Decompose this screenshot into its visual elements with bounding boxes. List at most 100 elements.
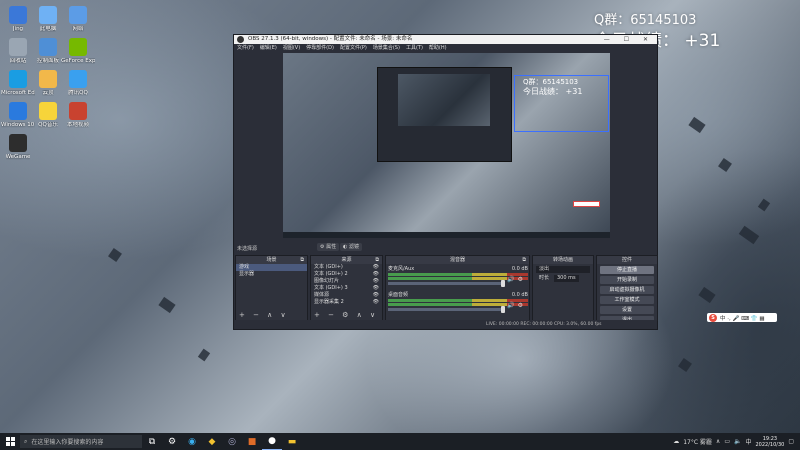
weather-text[interactable]: 17°C 雾霾: [683, 437, 712, 446]
wallpaper-shard: [108, 248, 122, 262]
scene-item[interactable]: 游戏: [236, 264, 307, 271]
start-button[interactable]: [0, 433, 20, 450]
transition-type-select[interactable]: 淡出: [536, 266, 590, 273]
source-item[interactable]: 文本 (GDI+) 👁: [311, 264, 382, 271]
mixer-dock: 混音器 ⧉ 麦克风/Aux 0.0 dB 🔊⚙ 桌面音频 0.0 dB 🔊⚙: [385, 255, 530, 321]
game-icon[interactable]: ◆: [202, 433, 222, 450]
ime-toolbar[interactable]: S 中 ·, 🎤 ⌨ 👕 ▦: [707, 313, 777, 322]
dock-float-icon[interactable]: ⧉: [522, 256, 526, 264]
controls-dock-header: 控件: [597, 256, 657, 264]
app-icon[interactable]: ■: [242, 433, 262, 450]
clock-date: 2022/10/30: [755, 441, 785, 448]
menu-item[interactable]: 场景集合(S): [373, 44, 400, 52]
control-button[interactable]: 开始录制: [600, 276, 654, 284]
language-indicator[interactable]: 中: [745, 437, 751, 446]
control-button[interactable]: 停止直播: [600, 266, 654, 274]
source-toolbar[interactable]: + − ⚙ ∧ ∨: [314, 311, 378, 319]
clock[interactable]: 19:23 2022/10/30: [756, 436, 785, 448]
source-item[interactable]: 显示器采集 2 👁: [311, 299, 382, 306]
obs-window[interactable]: OBS 27.1.3 (64-bit, windows) - 配置文件: 未命名…: [233, 34, 658, 330]
source-item[interactable]: 文本 (GDI+) 2 👁: [311, 271, 382, 278]
desktop-icon-wallpaper[interactable]: 本地视频: [63, 102, 93, 128]
scenes-dock: 场景 ⧉ 游戏 显示器 + − ∧ ∨: [235, 255, 308, 321]
slider-knob[interactable]: [501, 280, 505, 287]
obs-preview[interactable]: Q群：65145103 今日战绩： +31: [283, 53, 610, 238]
visibility-eye-icon[interactable]: 👁: [373, 264, 379, 271]
dock-float-icon[interactable]: ⧉: [300, 256, 304, 264]
windows-logo-icon: [5, 437, 15, 446]
menu-item[interactable]: 帮助(H): [429, 44, 447, 52]
control-button[interactable]: 工作室模式: [600, 296, 654, 304]
desktop-icon-control[interactable]: 控制面板: [33, 38, 63, 64]
obs-taskbar-icon[interactable]: ●: [262, 433, 282, 450]
menu-item[interactable]: 视图(V): [283, 44, 300, 52]
source-item[interactable]: 媒体源 👁: [311, 292, 382, 299]
visibility-eye-icon[interactable]: 👁: [373, 271, 379, 278]
desktop-icon-jing[interactable]: Jing: [3, 6, 33, 32]
desktop-icon-qq[interactable]: QQ音乐: [33, 102, 63, 128]
mic-speaker-gear-icon[interactable]: 🔊⚙: [507, 276, 526, 283]
desktop-icon-label: 回收站: [9, 58, 27, 64]
mic-channel-db: 0.0 dB: [511, 266, 528, 272]
menu-item[interactable]: 配置文件(P): [340, 44, 367, 52]
mic-volume-slider[interactable]: [388, 280, 505, 287]
ime-items[interactable]: 中 ·, 🎤 ⌨ 👕 ▦: [720, 314, 765, 322]
menu-item[interactable]: 停靠部件(D): [306, 44, 334, 52]
folder-icon[interactable]: ▬: [282, 433, 302, 450]
task-view-icon[interactable]: ⧉: [142, 433, 162, 450]
network-icon: [69, 6, 87, 24]
window-controls[interactable]: — ☐ ✕: [604, 35, 654, 44]
source-list: 文本 (GDI+) 👁 文本 (GDI+) 2 👁 图像幻灯片 👁 文本 (GDI+) 3 👁…: [311, 264, 382, 306]
desktop-speaker-gear-icon[interactable]: 🔊⚙: [507, 302, 526, 309]
wallpaper-shard: [757, 198, 771, 212]
scene-toolbar[interactable]: + − ∧ ∨: [239, 311, 289, 319]
properties-button[interactable]: ⚙ 属性: [317, 243, 340, 251]
control-button[interactable]: 启动虚拟摄像机: [600, 286, 654, 294]
desktop-icon-wegame[interactable]: WeGame: [3, 134, 33, 160]
desktop-icon-windows[interactable]: Windows 10 易升: [1, 102, 35, 128]
network-icon[interactable]: ▭: [724, 438, 730, 445]
volume-icon[interactable]: 🔈: [734, 438, 741, 445]
menu-item[interactable]: 编辑(E): [260, 44, 277, 52]
source-item-label: 显示器采集 2: [314, 299, 344, 305]
desktop-icon-yuanshen[interactable]: 云顶: [33, 70, 63, 96]
visibility-eye-icon[interactable]: 👁: [373, 278, 379, 285]
desktop-icon-network[interactable]: 网络: [63, 6, 93, 32]
scene-list: 游戏 显示器: [236, 264, 307, 278]
desktop-icon-recycle[interactable]: 回收站: [3, 38, 33, 64]
control-button[interactable]: 设置: [600, 306, 654, 314]
obs-titlebar[interactable]: OBS 27.1.3 (64-bit, windows) - 配置文件: 未命名…: [234, 35, 657, 44]
filters-button[interactable]: ◐ 滤镜: [340, 243, 362, 251]
taskbar-search[interactable]: ⌕ 在这里输入你要搜索的内容: [20, 435, 142, 448]
desktop-icon-edge[interactable]: Microsoft Edge: [1, 70, 35, 96]
edge-icon: [9, 70, 27, 88]
taskbar: ⌕ 在这里输入你要搜索的内容 ⧉ ⚙ ◉ ◆ ◎ ■ ● ▬ ☁ 17°C 雾霾…: [0, 433, 800, 450]
duration-input[interactable]: 300 ms: [554, 275, 579, 282]
mixer-title: 混音器: [449, 257, 465, 263]
notification-icon[interactable]: ▢: [788, 438, 794, 445]
desktop-icon-tencent[interactable]: 腾讯QQ: [63, 70, 93, 96]
desktop-icon-geforce[interactable]: GeForce Experience: [61, 38, 95, 64]
mixer-channel-mic: 麦克风/Aux 0.0 dB 🔊⚙: [388, 266, 528, 287]
scene-item[interactable]: 显示器: [236, 271, 307, 278]
edge-icon[interactable]: ◉: [182, 433, 202, 450]
desktop-icon-pc[interactable]: 此电脑: [33, 6, 63, 32]
weather-icon[interactable]: ☁: [673, 438, 679, 445]
visibility-eye-icon[interactable]: 👁: [373, 285, 379, 292]
visibility-eye-icon[interactable]: 👁: [373, 292, 379, 299]
mixer-channel-desktop: 桌面音频 0.0 dB 🔊⚙: [388, 292, 528, 313]
dock-float-icon[interactable]: ⧉: [375, 256, 379, 264]
slider-knob[interactable]: [501, 306, 505, 313]
source-item[interactable]: 文本 (GDI+) 3 👁: [311, 285, 382, 292]
source-item[interactable]: 图像幻灯片 👁: [311, 278, 382, 285]
sogou-logo-icon[interactable]: S: [709, 313, 717, 322]
visibility-eye-icon[interactable]: 👁: [373, 299, 379, 306]
tray-chevron-icon[interactable]: ∧: [716, 438, 720, 445]
menu-item[interactable]: 文件(F): [237, 44, 254, 52]
obs-logo-icon: [237, 36, 244, 43]
settings-icon[interactable]: ⚙: [162, 433, 182, 450]
desktop-volume-slider[interactable]: [388, 306, 505, 313]
menu-item[interactable]: 工具(T): [406, 44, 423, 52]
transition-type-value: 淡出: [539, 266, 550, 272]
steam-icon[interactable]: ◎: [222, 433, 242, 450]
